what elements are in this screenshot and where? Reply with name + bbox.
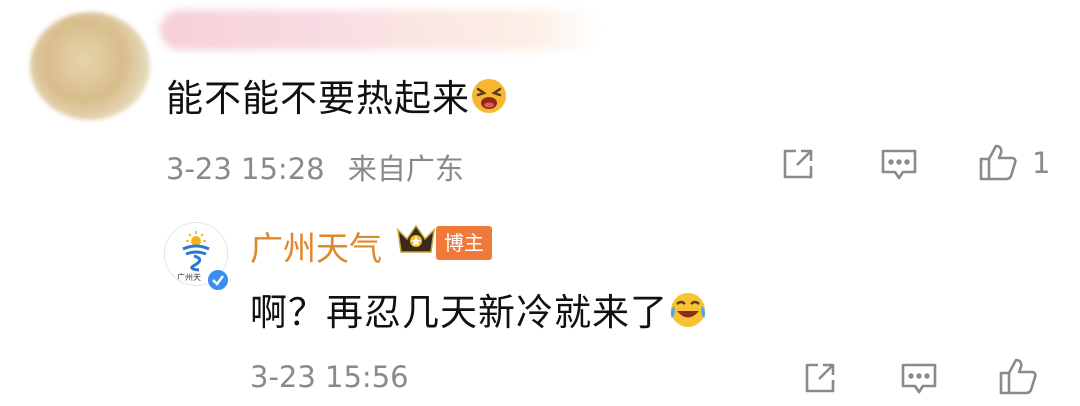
reply-text: 啊？再忍几天新冷就来了	[250, 291, 668, 334]
comment-location: 来自广东	[347, 152, 464, 186]
commenter-avatar[interactable]	[30, 12, 150, 120]
like-count: 1	[1032, 146, 1051, 180]
comment-text: 能不能不要热起来	[166, 77, 470, 120]
share-external-icon[interactable]	[780, 146, 816, 182]
crown-badge-icon	[395, 222, 437, 258]
share-external-icon[interactable]	[802, 360, 838, 396]
commenter-name-blurred[interactable]	[160, 10, 600, 50]
comment-meta: 3-23 15:28 来自广东	[166, 146, 464, 188]
reply-timestamp: 3-23 15:56	[250, 360, 409, 394]
comment-body: 能不能不要热起来	[166, 68, 508, 124]
blogger-badge: 博主	[436, 226, 492, 260]
reply-body: 啊？再忍几天新冷就来了	[250, 282, 708, 339]
avatar-label: 广州天	[177, 272, 201, 282]
comment-bubble-icon[interactable]	[880, 148, 918, 182]
comment-timestamp: 3-23 15:28	[166, 152, 325, 186]
verified-badge-icon	[206, 268, 230, 292]
reply-username[interactable]: 广州天气	[250, 222, 382, 270]
thumbs-up-icon[interactable]	[978, 142, 1018, 182]
laughing-tears-emoji	[668, 290, 708, 339]
crying-face-emoji	[470, 77, 508, 124]
thumbs-up-icon[interactable]	[998, 356, 1038, 396]
comment-bubble-icon[interactable]	[900, 362, 938, 396]
